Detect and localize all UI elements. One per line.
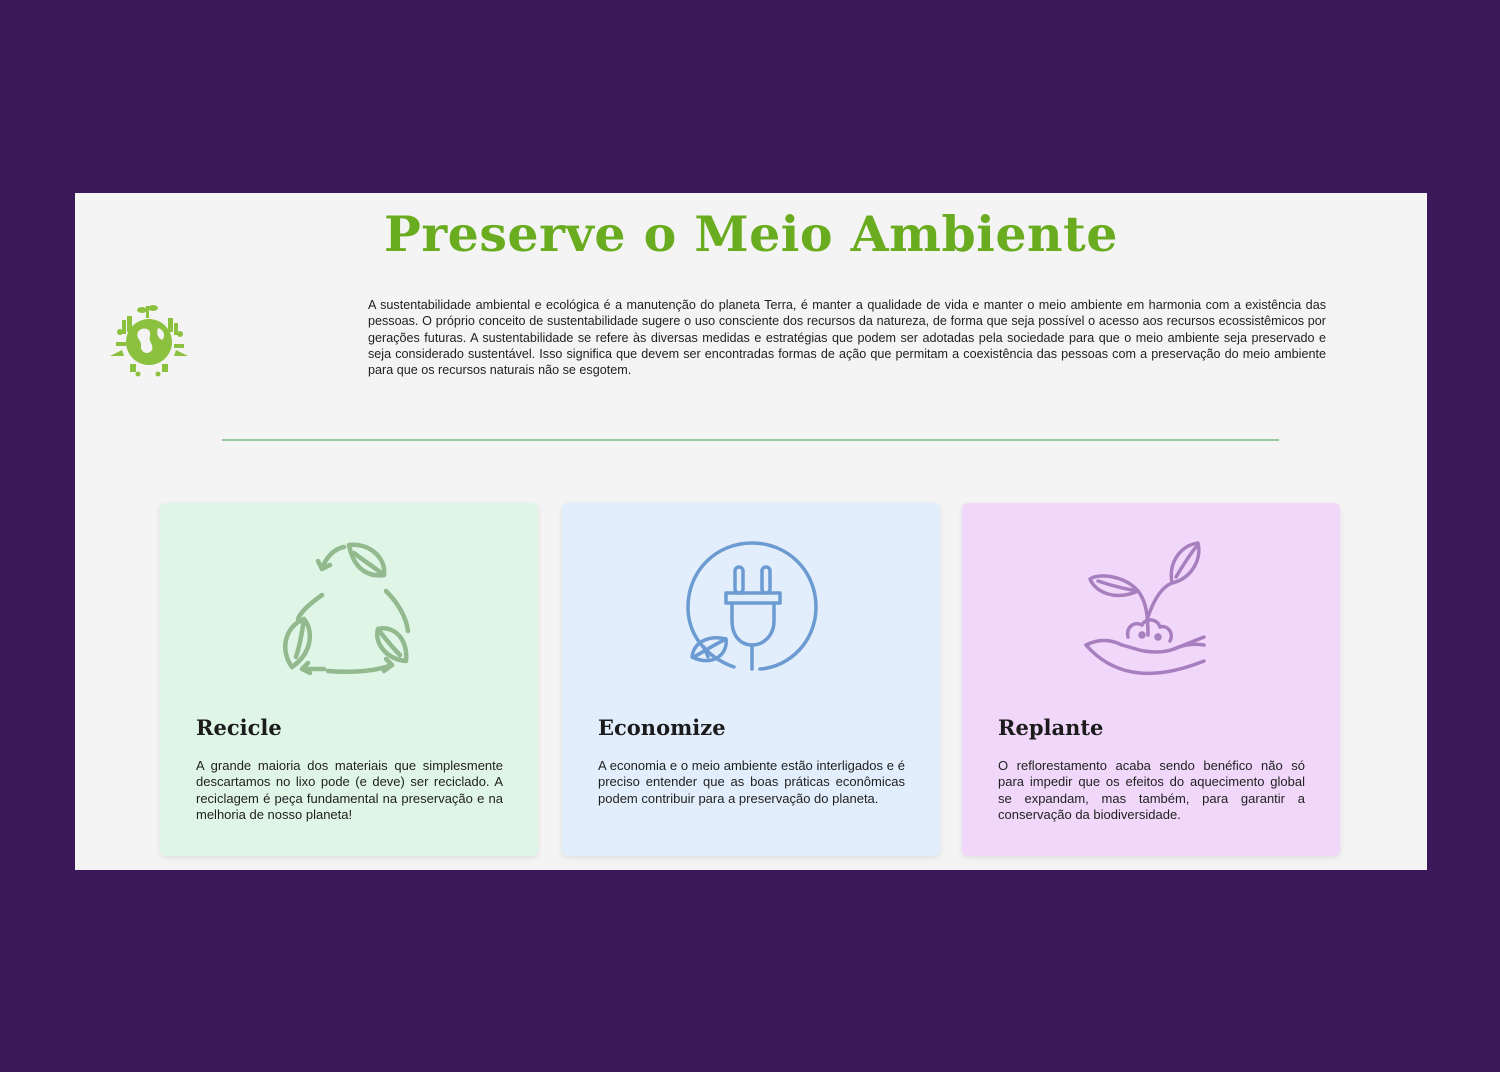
recycle-leaves-icon [274, 539, 424, 679]
card-title: Replante [998, 715, 1104, 740]
eco-plug-icon [676, 539, 826, 679]
card-replante: Replante O reflorestamento acaba sendo b… [962, 503, 1340, 856]
card-recicle: Recicle A grande maioria dos materiais q… [160, 503, 538, 856]
card-title: Recicle [196, 715, 282, 740]
eco-globe-icon [108, 298, 190, 380]
card-description: O reflorestamento acaba sendo benéfico n… [998, 758, 1305, 822]
page-title: Preserve o Meio Ambiente [384, 205, 1118, 263]
page-panel: Preserve o Meio Ambiente A sustentabilid… [75, 193, 1427, 870]
card-economize: Economize A economia e o meio ambiente e… [562, 503, 940, 856]
card-description: A grande maioria dos materiais que simpl… [196, 758, 503, 822]
intro-paragraph: A sustentabilidade ambiental e ecológica… [368, 298, 1326, 378]
hand-plant-icon [1076, 539, 1226, 679]
section-divider [222, 439, 1279, 441]
card-description: A economia e o meio ambiente estão inter… [598, 758, 905, 806]
card-title: Economize [598, 715, 726, 740]
